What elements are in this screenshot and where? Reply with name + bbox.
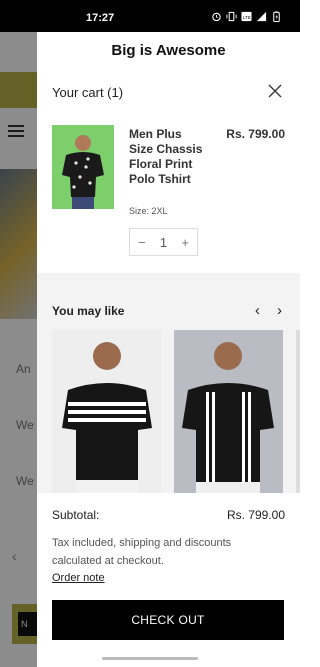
recommendation-card[interactable] bbox=[52, 330, 161, 493]
quantity-value[interactable]: 1 bbox=[160, 235, 167, 250]
quantity-stepper: − 1 + bbox=[129, 228, 198, 256]
close-icon[interactable] bbox=[268, 84, 282, 98]
recommendation-image bbox=[62, 342, 152, 493]
order-note-link[interactable]: Order note bbox=[52, 572, 105, 584]
home-indicator[interactable] bbox=[102, 657, 198, 660]
lte-signal-icon: LTE bbox=[241, 11, 252, 22]
recommendation-image bbox=[182, 342, 274, 493]
decrement-button[interactable]: − bbox=[138, 235, 146, 250]
checkout-button[interactable]: CHECK OUT bbox=[52, 600, 284, 640]
status-time: 17:27 bbox=[86, 12, 115, 24]
site-title: Big is Awesome bbox=[111, 42, 226, 59]
subtotal-label: Subtotal: bbox=[52, 508, 100, 522]
cellular-signal-icon bbox=[256, 11, 267, 22]
status-icons: LTE bbox=[211, 11, 282, 22]
svg-text:LTE: LTE bbox=[243, 15, 251, 20]
alarm-icon bbox=[212, 12, 221, 22]
recommendations: You may like ‹ › bbox=[37, 273, 300, 493]
recommendations-title: You may like bbox=[52, 304, 125, 318]
product-size: Size: 2XL bbox=[129, 206, 168, 216]
product-photo bbox=[62, 135, 104, 209]
recommendation-card[interactable] bbox=[296, 330, 300, 493]
product-name[interactable]: Men Plus Size Chassis Floral Print Polo … bbox=[129, 127, 204, 187]
product-image[interactable] bbox=[52, 125, 114, 209]
product-price: Rs. 799.00 bbox=[226, 127, 285, 141]
cart-drawer: Your cart (1) Men Plus Size Chassis Flor… bbox=[37, 70, 300, 667]
subtotal-value: Rs. 799.00 bbox=[226, 508, 285, 522]
tax-note: Tax included, shipping and discounts cal… bbox=[52, 537, 232, 567]
status-bar: 17:27 LTE bbox=[0, 0, 300, 32]
cart-title: Your cart (1) bbox=[52, 85, 124, 100]
chevron-right-icon[interactable]: › bbox=[277, 302, 282, 319]
battery-icon bbox=[273, 11, 280, 22]
vibrate-icon bbox=[226, 11, 237, 22]
recommendation-card[interactable] bbox=[174, 330, 283, 493]
drawer-overlay[interactable] bbox=[0, 32, 37, 667]
chevron-left-icon[interactable]: ‹ bbox=[255, 302, 260, 319]
increment-button[interactable]: + bbox=[181, 235, 189, 250]
